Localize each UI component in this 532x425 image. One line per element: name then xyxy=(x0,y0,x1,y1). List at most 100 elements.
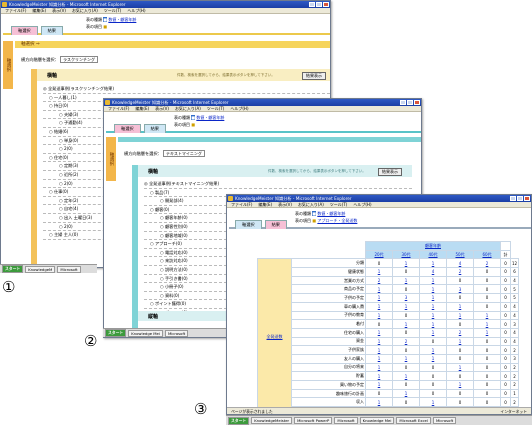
table-cell[interactable]: 3 xyxy=(392,293,420,303)
table-cell[interactable]: 1 xyxy=(419,275,447,286)
table-cell[interactable]: 4 xyxy=(419,267,447,277)
table-cell[interactable]: 1 xyxy=(419,353,447,364)
table-cell[interactable]: 1 xyxy=(419,345,447,355)
menu-favorites[interactable]: お気に入り(A) xyxy=(175,106,201,111)
maximize-button[interactable] xyxy=(407,100,413,105)
info-value[interactable]: 数値・顧客年齢 xyxy=(108,17,136,22)
table-cell[interactable]: 1 xyxy=(392,388,420,399)
menu-tools[interactable]: ツール(T) xyxy=(330,202,348,207)
menu-view[interactable]: 表示(V) xyxy=(155,106,169,111)
table-cell[interactable]: 1 xyxy=(365,397,393,408)
table-cell[interactable]: 1 xyxy=(392,301,420,312)
table-cell[interactable]: 1 xyxy=(446,336,474,347)
table-cell[interactable]: 1 xyxy=(473,310,501,321)
table-cell[interactable]: 3 xyxy=(446,284,474,295)
table-cell[interactable]: 1 xyxy=(365,327,393,338)
menu-file[interactable]: ファイル(F) xyxy=(231,202,252,207)
taskbar-item[interactable]: Knowledge Mei xyxy=(359,417,395,424)
table-cell[interactable]: 2 xyxy=(446,327,474,338)
table-cell[interactable]: 1 xyxy=(365,353,393,364)
table-cell[interactable]: 1 xyxy=(419,319,447,329)
table-cell[interactable]: 1 xyxy=(419,293,447,303)
table-cell[interactable]: 1 xyxy=(392,258,420,269)
tab-axis[interactable]: 軸選択 xyxy=(11,26,38,35)
table-cell[interactable]: 1 xyxy=(446,380,474,390)
table-cell[interactable]: 1 xyxy=(365,362,393,373)
table-cell[interactable]: 1 xyxy=(365,380,393,390)
taskbar-item[interactable]: Microsoft Excel xyxy=(396,417,431,424)
taskbar-item[interactable]: Microsoft xyxy=(432,417,457,424)
menu-edit[interactable]: 編集(E) xyxy=(258,202,272,207)
table-cell[interactable]: 1 xyxy=(392,275,420,286)
taskbar-item[interactable]: KnowledgeMeister xyxy=(251,417,293,424)
tree-item[interactable]: ◎ 全発送事例(ラスクリンチング結果) xyxy=(43,85,330,94)
taskbar-item[interactable]: Microsoft xyxy=(164,329,189,337)
info-value[interactable]: 数値・顧客年齢 xyxy=(317,211,345,216)
taskbar-item[interactable]: Microsoft xyxy=(334,417,358,424)
menu-help[interactable]: ヘルプ(H) xyxy=(353,202,371,207)
show-result-button[interactable]: 結果表示 xyxy=(378,168,402,176)
menu-tools[interactable]: ツール(T) xyxy=(207,106,225,111)
table-cell[interactable]: 1 xyxy=(473,319,501,329)
table-cell[interactable]: 2 xyxy=(392,336,420,347)
col-header[interactable]: 50代 xyxy=(446,249,474,260)
taskbar-item[interactable]: Microsoft xyxy=(57,265,81,273)
taskbar-item[interactable]: Microsoft PowerP xyxy=(294,417,333,424)
start-button[interactable]: スタート xyxy=(2,265,24,273)
col-group-header[interactable]: 顧客年齢 xyxy=(365,241,501,251)
col-header[interactable]: 40代 xyxy=(419,249,447,260)
table-cell[interactable]: 1 xyxy=(392,371,420,381)
maximize-button[interactable] xyxy=(517,196,523,201)
table-cell[interactable]: 1 xyxy=(365,345,393,355)
menu-view[interactable]: 表示(V) xyxy=(278,202,292,207)
table-cell[interactable]: 2 xyxy=(446,267,474,277)
menu-file[interactable]: ファイル(F) xyxy=(5,8,26,13)
table-cell[interactable]: 1 xyxy=(446,362,474,373)
tab-result[interactable]: 結果 xyxy=(264,220,287,229)
table-cell[interactable]: 1 xyxy=(419,327,447,338)
row-group-header[interactable]: 全発送数 xyxy=(257,258,292,414)
menu-file[interactable]: ファイル(F) xyxy=(108,106,129,111)
title-bar[interactable]: KnowledgeMeister 知識分析 - Microsoft Intern… xyxy=(1,1,330,8)
tab-axis[interactable]: 軸選択 xyxy=(114,124,141,133)
col-header[interactable]: 30代 xyxy=(392,249,420,260)
table-cell[interactable]: 2 xyxy=(365,275,393,286)
table-cell[interactable]: 1 xyxy=(365,293,393,303)
taskbar-item[interactable]: KnowledgeM xyxy=(25,265,56,273)
tree-item[interactable]: ◎ 全発送事例(テキストマイニング結果) xyxy=(144,180,412,189)
menu-edit[interactable]: 編集(E) xyxy=(32,8,46,13)
minimize-button[interactable] xyxy=(309,2,315,7)
title-bar[interactable]: KnowledgeMeister 知識分析 - Microsoft Intern… xyxy=(104,99,421,106)
table-cell[interactable]: 1 xyxy=(446,310,474,321)
tab-result[interactable]: 結果 xyxy=(143,124,166,133)
start-button[interactable]: スタート xyxy=(105,329,127,337)
col-header[interactable]: 20代 xyxy=(365,249,393,260)
table-cell[interactable]: 1 xyxy=(365,310,393,321)
table-cell[interactable]: 1 xyxy=(446,301,474,312)
table-cell[interactable]: 1 xyxy=(419,397,447,408)
menu-help[interactable]: ヘルプ(H) xyxy=(127,8,145,13)
table-cell[interactable]: 1 xyxy=(419,258,447,269)
table-cell[interactable]: 1 xyxy=(365,284,393,295)
tab-axis[interactable]: 軸選択 xyxy=(235,220,262,229)
maximize-button[interactable] xyxy=(316,2,322,7)
info-value[interactable]: 数値・顧客年齢 xyxy=(196,115,224,120)
menu-edit[interactable]: 編集(E) xyxy=(135,106,149,111)
table-cell[interactable]: 1 xyxy=(392,353,420,364)
menu-favorites[interactable]: お気に入り(A) xyxy=(72,8,98,13)
hierarchy-select[interactable]: テキストマイニング xyxy=(163,150,205,157)
table-cell[interactable]: 1 xyxy=(473,327,501,338)
table-cell[interactable]: 1 xyxy=(365,301,393,312)
hierarchy-select[interactable]: ラスクリンチング xyxy=(60,56,98,63)
menu-view[interactable]: 表示(V) xyxy=(52,8,66,13)
table-cell[interactable]: 1 xyxy=(365,371,393,381)
table-cell[interactable]: 1 xyxy=(365,267,393,277)
close-button[interactable] xyxy=(524,196,530,201)
table-cell[interactable]: 2 xyxy=(473,258,501,269)
taskbar-item[interactable]: Knowledge Mei xyxy=(128,329,163,337)
menu-favorites[interactable]: お気に入り(A) xyxy=(298,202,324,207)
show-result-button[interactable]: 結果表示 xyxy=(302,72,326,80)
close-button[interactable] xyxy=(414,100,420,105)
col-header[interactable]: 60代 xyxy=(473,249,501,260)
table-cell[interactable]: 1 xyxy=(419,310,447,321)
